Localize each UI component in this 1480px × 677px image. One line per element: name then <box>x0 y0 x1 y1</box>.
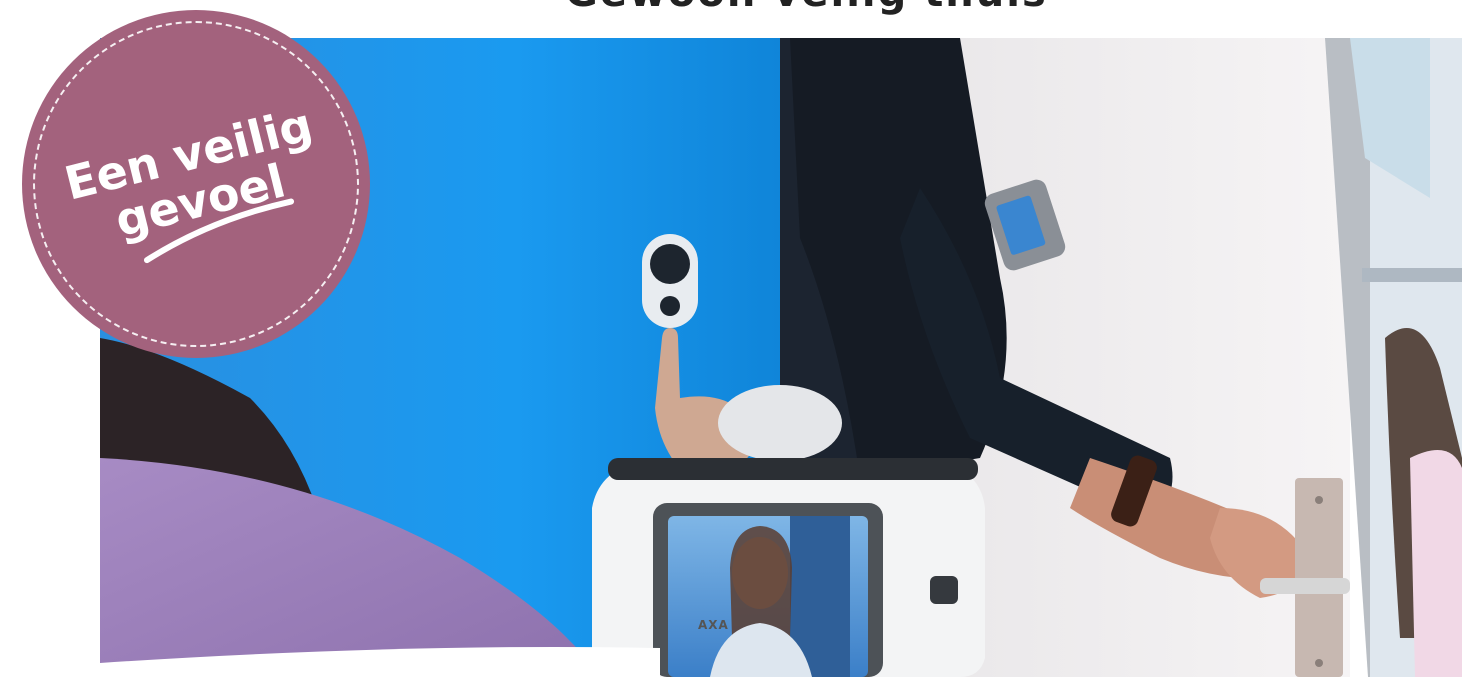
badge-text-group: Een veilig gevoel <box>22 10 370 358</box>
page-heading-cut: Gewoon veilig thuis <box>565 0 1048 16</box>
badge-circle: Een veilig gevoel <box>22 10 370 358</box>
badge-underline-swoosh <box>143 198 295 264</box>
